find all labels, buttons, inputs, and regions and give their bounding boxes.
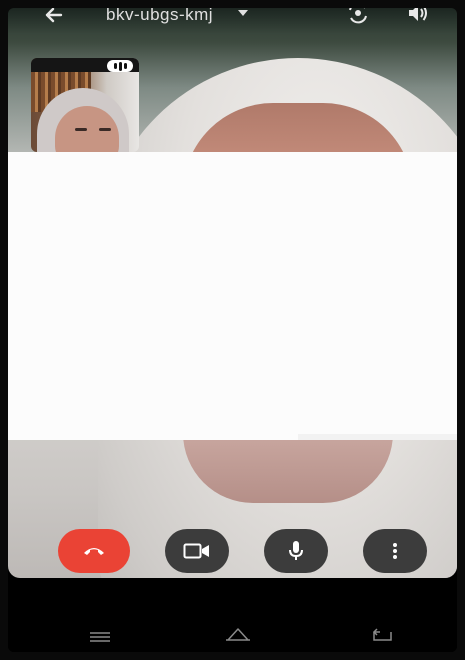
microphone-icon <box>289 541 303 560</box>
more-options-button[interactable] <box>363 529 427 573</box>
return-icon[interactable] <box>370 626 394 647</box>
camera-toggle-button[interactable] <box>165 529 229 573</box>
home-icon[interactable] <box>224 626 252 647</box>
speaker-icon[interactable] <box>406 8 430 24</box>
switch-camera-icon[interactable] <box>346 8 370 24</box>
redaction-block <box>8 152 457 440</box>
self-preview[interactable] <box>31 58 139 152</box>
back-arrow-icon[interactable] <box>42 8 64 26</box>
audio-level-icon <box>107 60 133 72</box>
caret-right-icon[interactable] <box>238 10 248 16</box>
phone-screen: bkv-ubgs-kmj <box>8 8 457 652</box>
self-eye <box>75 128 87 131</box>
self-eye <box>99 128 111 131</box>
more-vertical-icon <box>393 543 397 559</box>
remote-video: bkv-ubgs-kmj <box>8 8 457 578</box>
microphone-toggle-button[interactable] <box>264 529 328 573</box>
meeting-code[interactable]: bkv-ubgs-kmj <box>106 8 213 25</box>
end-call-button[interactable] <box>58 529 130 573</box>
phone-hangup-icon <box>84 548 104 555</box>
self-preview-header <box>31 58 139 72</box>
call-top-bar: bkv-ubgs-kmj <box>8 8 457 34</box>
system-navigation-bar <box>8 598 457 652</box>
recents-menu-icon[interactable] <box>88 630 112 648</box>
video-camera-icon <box>183 543 209 559</box>
